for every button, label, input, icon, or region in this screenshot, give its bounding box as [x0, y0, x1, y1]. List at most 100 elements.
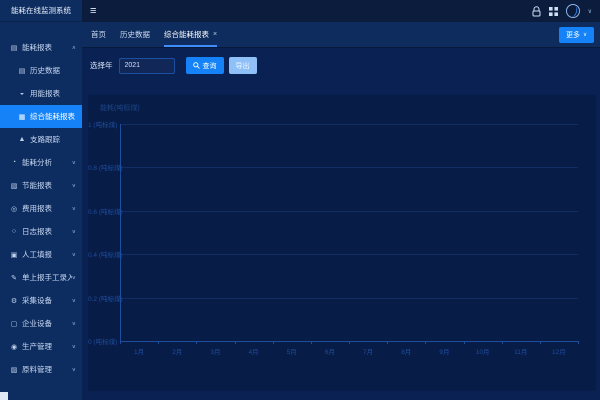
tab-bar: 首页 历史数据 综合能耗报表 × 更多 ∨ [82, 22, 600, 48]
chevron-down-icon: ∨ [583, 32, 587, 38]
x-tick-label: 8月 [401, 346, 411, 356]
sidebar-item-energy-usage-report[interactable]: ◒用能报表 [0, 82, 82, 105]
x-tick-mark [502, 341, 503, 344]
y-tick-label: 0.4 (吨标煤) [88, 249, 116, 259]
tab-label: 历史数据 [120, 29, 150, 40]
sidebar-item-label: 费用报表 [22, 203, 52, 214]
close-tab-icon[interactable]: × [213, 31, 217, 38]
sidebar-item-energy-saving-report[interactable]: ▧节能报表∨ [0, 174, 82, 197]
y-tick-label: 1 (吨标煤) [88, 119, 116, 129]
sidebar-item-collection-devices[interactable]: ⚙采集设备 ∨ [0, 289, 82, 312]
sidebar-item-log-report[interactable]: ○日志报表∨ [0, 220, 82, 243]
sidebar-item-label: 支路跟踪 [30, 134, 60, 145]
sidebar-item-label: 能耗报表 [22, 42, 52, 53]
app-title: 能耗在线监测系统 [0, 0, 82, 22]
x-tick-label: 11月 [514, 346, 527, 356]
x-tick-mark [120, 341, 121, 344]
tab-label: 综合能耗报表 [164, 29, 209, 40]
sidebar-item-label: 日志报表 [22, 226, 52, 237]
y-tick-label: 0.2 (吨标煤) [88, 293, 116, 303]
sidebar-item-label: 人工填报 [22, 249, 52, 260]
sidebar-item-label: 节能报表 [22, 180, 52, 191]
x-tick-label: 4月 [249, 346, 259, 356]
chevron-down-icon: ∨ [72, 321, 76, 327]
sidebar-item-label: 原料管理 [22, 364, 52, 375]
header-actions: ∨ [532, 4, 592, 18]
branch-icon: ▲ [17, 136, 27, 143]
x-tick-mark [387, 341, 388, 344]
tab-list: 首页 历史数据 综合能耗报表 × [82, 22, 217, 47]
sidebar-item-production-management[interactable]: ◉生产管理∨ [0, 335, 82, 358]
x-tick-label: 2月 [172, 346, 182, 356]
chevron-down-icon: ∨ [72, 206, 76, 212]
x-tick-label: 5月 [287, 346, 297, 356]
chart-panel: 能耗(吨标煤) 0 (吨标煤)0.2 (吨标煤)0.4 (吨标煤)0.6 (吨标… [88, 95, 596, 391]
x-tick-label: 6月 [325, 346, 335, 356]
filter-bar: 选择年 查询 导出 [90, 57, 257, 74]
export-button-label: 导出 [236, 61, 250, 71]
hamburger-menu-icon[interactable]: ≡ [90, 6, 96, 17]
chevron-down-icon: ∨ [72, 252, 76, 258]
x-tick-label: 12月 [552, 346, 566, 356]
sidebar-item-manual-entry[interactable]: ▣人工填报 ∨ [0, 243, 82, 266]
upload-icon: ✎ [9, 274, 19, 282]
x-tick-label: 7月 [363, 346, 373, 356]
query-button-label: 查询 [203, 61, 217, 71]
comprehensive-icon: ▦ [17, 113, 27, 121]
sidebar-item-label: 综合能耗报表 [30, 111, 75, 122]
app-window: 能耗在线监测系统 ▤能耗报表∧▤历史数据◒用能报表▦综合能耗报表▲支路跟踪◔能耗… [0, 0, 600, 400]
manual-icon: ▣ [9, 251, 19, 259]
tab-0[interactable]: 首页 [91, 22, 106, 47]
x-tick-mark [311, 341, 312, 344]
sidebar-item-unreported-manual-input[interactable]: ✎单上报手工录入∨ [0, 266, 82, 289]
x-tick-label: 3月 [210, 346, 220, 356]
lock-icon[interactable] [532, 6, 541, 17]
sidebar-item-branch-tracking[interactable]: ▲支路跟踪 [0, 128, 82, 151]
chart-axis-title: 能耗(吨标煤) [100, 103, 140, 113]
sidebar-item-energy-report[interactable]: ▤能耗报表∧ [0, 36, 82, 59]
sidebar-item-cost-report[interactable]: ◎费用报表∨ [0, 197, 82, 220]
x-tick-mark [273, 341, 274, 344]
sidebar-item-energy-analysis[interactable]: ◔能耗分析∨ [0, 151, 82, 174]
chevron-down-icon: ∨ [72, 183, 76, 189]
y-tick-label: 0.6 (吨标煤) [88, 206, 116, 216]
sidebar-item-comprehensive-energy-report[interactable]: ▦综合能耗报表 [0, 105, 82, 128]
sidebar-item-history-data[interactable]: ▤历史数据 [0, 59, 82, 82]
export-button[interactable]: 导出 [229, 57, 257, 74]
year-input[interactable] [119, 58, 175, 74]
y-tick-label: 0.8 (吨标煤) [88, 162, 116, 172]
chevron-down-icon[interactable]: ∨ [588, 8, 592, 15]
chevron-down-icon: ∨ [72, 298, 76, 304]
gear-icon: ⚙ [9, 297, 19, 305]
sidebar-item-enterprise-devices[interactable]: ▢企业设备∨ [0, 312, 82, 335]
x-tick-mark [425, 341, 426, 344]
chevron-down-icon: ∨ [72, 367, 76, 373]
sidebar-item-label: 历史数据 [30, 65, 60, 76]
sidebar: 能耗在线监测系统 ▤能耗报表∧▤历史数据◒用能报表▦综合能耗报表▲支路跟踪◔能耗… [0, 0, 82, 400]
fullscreen-icon[interactable] [549, 7, 558, 16]
tab-1[interactable]: 历史数据 [120, 22, 150, 47]
sidebar-corner-handle[interactable] [0, 392, 8, 400]
more-button[interactable]: 更多 ∨ [559, 27, 594, 43]
log-icon: ○ [9, 228, 19, 235]
x-tick-mark [235, 341, 236, 344]
sidebar-item-label: 用能报表 [30, 88, 60, 99]
tab-2[interactable]: 综合能耗报表 × [164, 22, 217, 47]
sidebar-item-material-management[interactable]: ▨原料管理 ∨ [0, 358, 82, 381]
user-avatar[interactable] [566, 4, 580, 18]
sidebar-item-label: 能耗分析 [22, 157, 52, 168]
y-gridline [120, 298, 578, 299]
sidebar-menu: ▤能耗报表∧▤历史数据◒用能报表▦综合能耗报表▲支路跟踪◔能耗分析∨▧节能报表∨… [0, 22, 82, 381]
more-button-label: 更多 [566, 30, 580, 40]
query-button[interactable]: 查询 [186, 57, 224, 74]
sidebar-item-label: 企业设备 [22, 318, 52, 329]
chevron-up-icon: ∧ [72, 45, 76, 51]
chevron-down-icon: ∨ [72, 160, 76, 166]
sidebar-item-label: 采集设备 [22, 295, 52, 306]
chevron-down-icon: ∨ [72, 344, 76, 350]
material-icon: ▨ [9, 366, 19, 374]
y-gridline [120, 167, 578, 168]
chevron-down-icon: ∨ [72, 275, 76, 281]
y-gridline [120, 254, 578, 255]
x-tick-mark [196, 341, 197, 344]
